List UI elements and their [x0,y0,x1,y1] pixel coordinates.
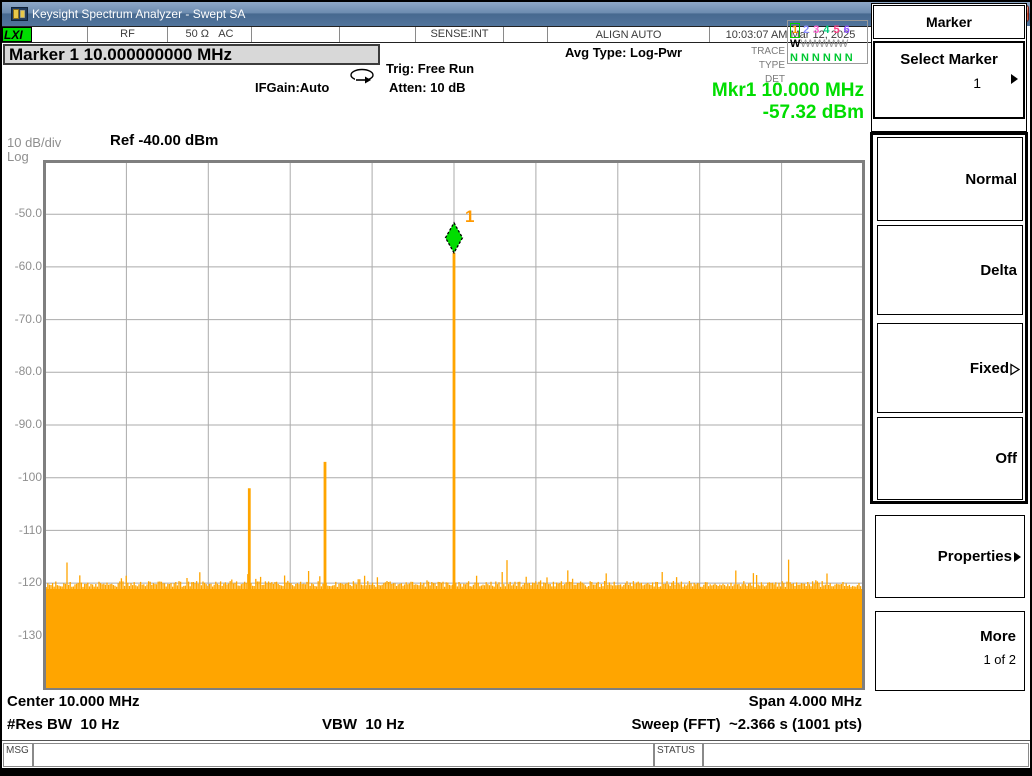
span-label[interactable]: Span 4.000 MHz [749,693,862,710]
ref-level-label[interactable]: Ref -40.00 dBm [110,132,218,149]
more-page-indicator: 1 of 2 [983,652,1016,667]
properties-button[interactable]: Properties [875,515,1025,598]
status-cell-label: STATUS [654,743,703,767]
det-4: N [823,52,831,65]
msg-cell-label: MSG [3,743,33,767]
trace-type-row: WWWWWW [790,36,865,50]
ytick--80: -80.0 [4,364,42,378]
fixed-button[interactable]: Fixed [877,323,1023,413]
strip-cell-blank1 [32,27,88,42]
status-bar: MSG STATUS [2,740,1030,768]
marker-readout-freq: Mkr1 10.000 MHz [712,80,864,102]
detector-row: NNNNNN [790,50,865,64]
vbw-label[interactable]: VBW 10 Hz [322,716,405,733]
menu-title: Marker [873,5,1025,39]
ytick--60: -60.0 [4,259,42,273]
trigger-annunciator: Trig: Free Run [386,61,474,76]
status-cell-content [703,743,1029,767]
delta-button[interactable]: Delta [877,225,1023,315]
trace-type-inactive: WWWWW [800,38,847,50]
ytick--50: -50.0 [4,206,42,220]
strip-cell-blank4 [504,27,548,42]
more-label: More [980,628,1016,645]
continuous-sweep-icon [349,68,376,84]
window-title: Keysight Spectrum Analyzer - Swept SA [32,7,245,21]
off-label: Off [995,450,1017,467]
msg-cell-content [33,743,654,767]
fixed-label: Fixed [970,360,1009,377]
det-6: N [845,52,853,65]
spectrum-analyzer-window: Keysight Spectrum Analyzer - Swept SA [0,0,1032,776]
spectrum-plot[interactable]: 1 [43,160,865,690]
scale-mode-label: Log [7,149,29,164]
det-5: N [834,52,842,65]
marker-readout: Mkr1 10.000 MHz -57.32 dBm [712,80,864,124]
sweep-label[interactable]: Sweep (FFT) ~2.366 s (1001 pts) [631,716,862,733]
lxi-indicator: LXI [2,27,32,42]
normal-label: Normal [965,171,1017,188]
marker-readout-level: -57.32 dBm [712,102,864,124]
ytick--110: -110 [4,523,42,537]
res-bw-label[interactable]: #Res BW 10 Hz [7,716,120,733]
svg-text:1: 1 [465,207,474,226]
trace-numbers-row: 123456 [790,22,865,36]
strip-cell-blank2 [252,27,340,42]
ytick--130: -130 [4,628,42,642]
avg-type-annunciator: Avg Type: Log-Pwr [565,45,682,60]
window-body: Keysight Spectrum Analyzer - Swept SA [2,2,1030,768]
fixed-submenu-arrow-icon [1010,363,1020,376]
rf-indicator: RF [88,27,168,42]
app-icon [11,7,28,21]
atten-annunciator: Atten: 10 dB [389,80,466,95]
select-marker-value: 1 [973,75,981,91]
delta-label: Delta [980,262,1017,279]
select-marker-button[interactable]: Select Marker 1 [873,41,1025,119]
ifgain-annunciator: IFGain:Auto [255,80,329,95]
sense-indicator: SENSE:INT [416,27,504,42]
det-1: N [790,52,798,65]
center-freq-label[interactable]: Center 10.000 MHz [7,693,140,710]
trace-type-active: W [790,38,800,50]
det-3: N [812,52,820,65]
annunciator-strip: LXI RF 50 Ω AC SENSE:INT ALIGN AUTO 10:0… [2,26,872,43]
off-button[interactable]: Off [877,417,1023,500]
properties-label: Properties [938,548,1012,565]
select-marker-label: Select Marker [875,51,1023,68]
ytick--100: -100 [4,470,42,484]
active-function-entry[interactable]: Marker 1 10.000000000 MHz [3,44,380,65]
ytick--120: -120 [4,575,42,589]
ytick--90: -90.0 [4,417,42,431]
more-button[interactable]: More 1 of 2 [875,611,1025,691]
ytick--70: -70.0 [4,312,42,326]
properties-submenu-arrow-icon [1013,551,1022,563]
normal-button[interactable]: Normal [877,137,1023,221]
scale-per-div-label: 10 dB/div [7,135,61,150]
trace-row-label: TRACE [745,46,785,57]
align-indicator: ALIGN AUTO [548,27,710,42]
det-2: N [801,52,809,65]
submenu-arrow-icon [1010,73,1019,85]
coupling-indicator: 50 Ω AC [168,27,252,42]
trace-info-box[interactable]: 123456 WWWWWW NNNNNN [787,20,868,64]
strip-cell-blank3 [340,27,416,42]
type-row-label: TYPE [745,60,785,71]
